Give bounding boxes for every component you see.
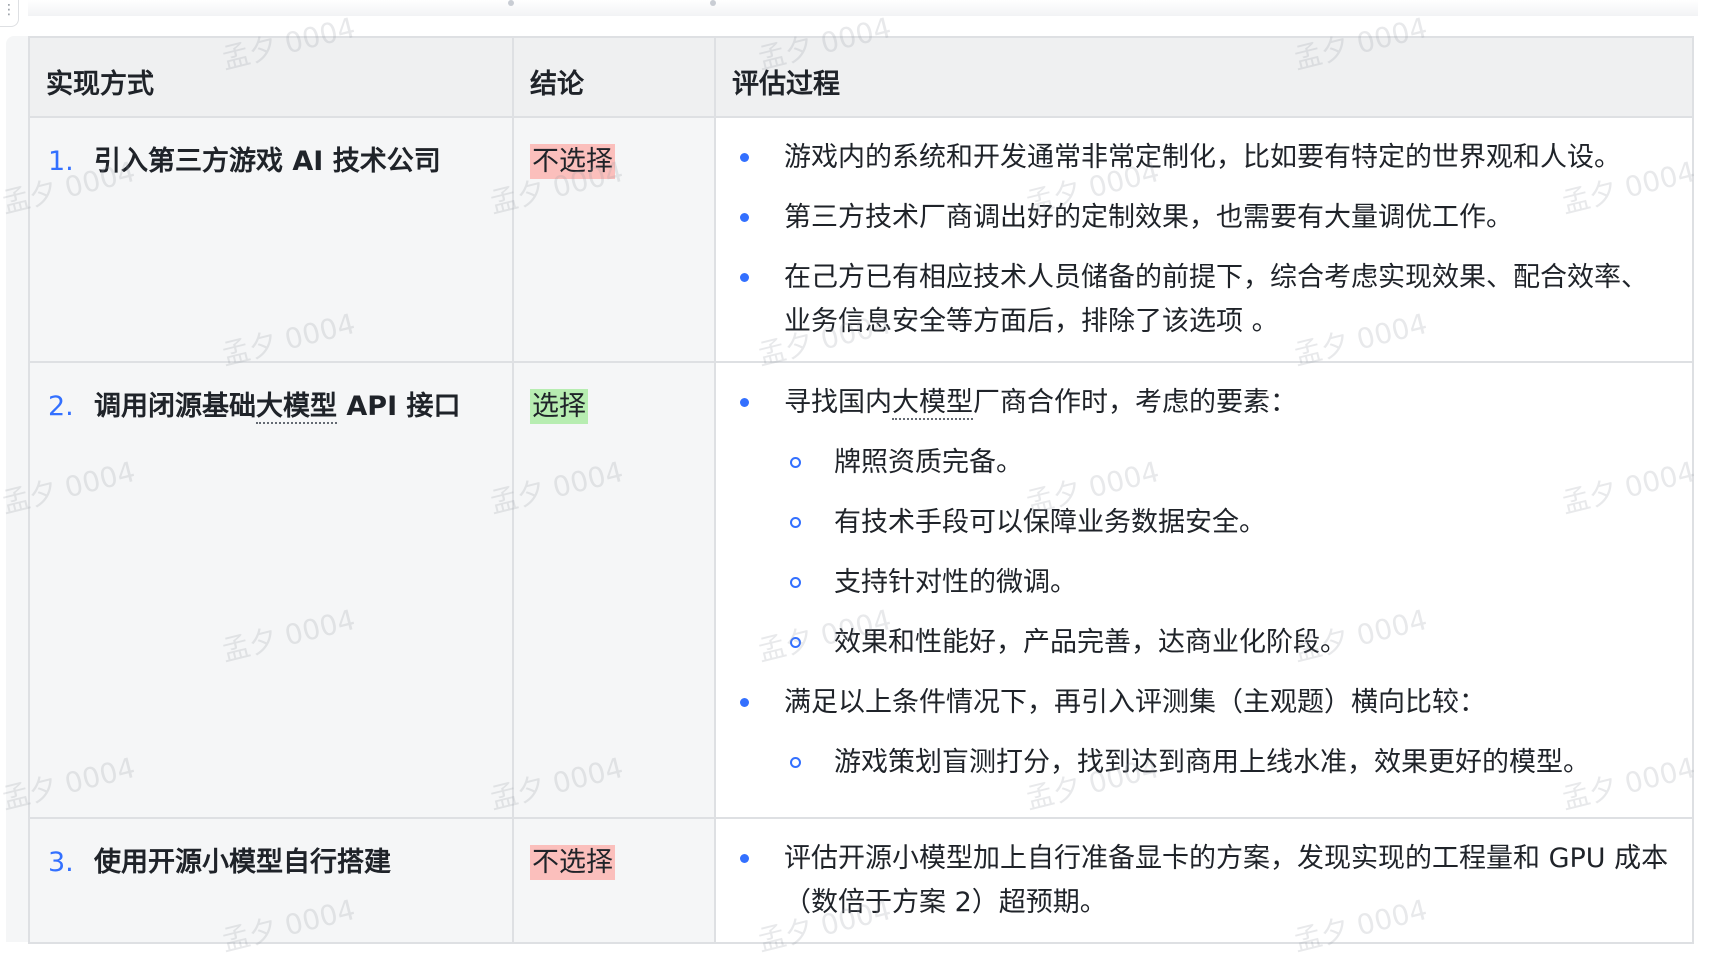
row-selection-rail[interactable] xyxy=(6,36,28,942)
list-item-text: 厂商合作时，考虑的要素： xyxy=(973,387,1297,418)
verdict-badge: 选择 xyxy=(530,389,588,424)
verdict-badge: 不选择 xyxy=(530,845,615,880)
column-handle-dot[interactable] xyxy=(710,0,716,6)
list-number: 2. xyxy=(48,391,74,422)
method-text-part: API 接口 xyxy=(337,391,461,422)
verdict-cell[interactable]: 选择 xyxy=(512,361,716,819)
method-text: 使用开源小模型自行搭建 xyxy=(94,847,391,878)
list-number: 1. xyxy=(48,146,74,177)
verdict-cell[interactable]: 不选择 xyxy=(512,817,716,944)
method-cell[interactable]: 3. 使用开源小模型自行搭建 xyxy=(28,817,514,944)
top-toolbar-strip xyxy=(28,0,1698,16)
sub-list-item: 效果和性能好，产品完善，达商业化阶段。 xyxy=(716,621,1692,665)
process-cell[interactable]: 寻找国内大模型厂商合作时，考虑的要素： 牌照资质完备。 有技术手段可以保障业务数… xyxy=(714,361,1694,819)
table-row: 2. 调用闭源基础大模型 API 接口 选择 寻找国内大模型厂商合作时，考虑的要… xyxy=(28,361,1694,819)
list-item: 满足以上条件情况下，再引入评测集（主观题）横向比较： xyxy=(716,681,1692,725)
method-item: 3. 使用开源小模型自行搭建 xyxy=(30,819,512,885)
glossary-term[interactable]: 大模型 xyxy=(892,387,973,420)
header-verdict[interactable]: 结论 xyxy=(512,36,716,118)
sub-list-item: 牌照资质完备。 xyxy=(716,441,1692,485)
table-header-row: 实现方式 结论 评估过程 xyxy=(28,36,1694,118)
method-text-part: 调用闭源基础 xyxy=(94,391,256,422)
process-cell[interactable]: 评估开源小模型加上自行准备显卡的方案，发现实现的工程量和 GPU 成本（数倍于方… xyxy=(714,817,1694,944)
list-item: 在己方已有相应技术人员储备的前提下，综合考虑实现效果、配合效率、业务信息安全等方… xyxy=(716,256,1692,344)
process-cell[interactable]: 游戏内的系统和开发通常非常定制化，比如要有特定的世界观和人设。 第三方技术厂商调… xyxy=(714,116,1694,363)
comparison-table: 实现方式 结论 评估过程 1. 引入第三方游戏 AI 技术公司 不选择 游戏内的… xyxy=(28,36,1694,944)
method-text: 引入第三方游戏 AI 技术公司 xyxy=(94,146,441,177)
header-method[interactable]: 实现方式 xyxy=(28,36,514,118)
list-item: 第三方技术厂商调出好的定制效果，也需要有大量调优工作。 xyxy=(716,196,1692,240)
table-row: 3. 使用开源小模型自行搭建 不选择 评估开源小模型加上自行准备显卡的方案，发现… xyxy=(28,817,1694,944)
list-item: 寻找国内大模型厂商合作时，考虑的要素： xyxy=(716,381,1692,425)
method-item: 2. 调用闭源基础大模型 API 接口 xyxy=(30,363,512,429)
method-cell[interactable]: 1. 引入第三方游戏 AI 技术公司 xyxy=(28,116,514,363)
column-handle-dot[interactable] xyxy=(508,0,514,6)
sub-list-item: 游戏策划盲测打分，找到达到商用上线水准，效果更好的模型。 xyxy=(716,741,1692,785)
drag-handle-icon[interactable]: ⋮ xyxy=(0,0,19,27)
verdict-badge: 不选择 xyxy=(530,144,615,179)
table-row: 1. 引入第三方游戏 AI 技术公司 不选择 游戏内的系统和开发通常非常定制化，… xyxy=(28,116,1694,363)
list-number: 3. xyxy=(48,847,74,878)
sub-list-item: 有技术手段可以保障业务数据安全。 xyxy=(716,501,1692,545)
verdict-cell[interactable]: 不选择 xyxy=(512,116,716,363)
method-item: 1. 引入第三方游戏 AI 技术公司 xyxy=(30,118,512,184)
header-process[interactable]: 评估过程 xyxy=(714,36,1694,118)
method-text: 调用闭源基础大模型 API 接口 xyxy=(94,385,461,429)
glossary-term[interactable]: 大模型 xyxy=(256,391,337,424)
comparison-table-container: 实现方式 结论 评估过程 1. 引入第三方游戏 AI 技术公司 不选择 游戏内的… xyxy=(28,36,1694,944)
method-cell[interactable]: 2. 调用闭源基础大模型 API 接口 xyxy=(28,361,514,819)
list-item: 游戏内的系统和开发通常非常定制化，比如要有特定的世界观和人设。 xyxy=(716,136,1692,180)
sub-list-item: 支持针对性的微调。 xyxy=(716,561,1692,605)
list-item: 评估开源小模型加上自行准备显卡的方案，发现实现的工程量和 GPU 成本（数倍于方… xyxy=(716,837,1692,925)
list-item-text: 寻找国内 xyxy=(784,387,892,418)
